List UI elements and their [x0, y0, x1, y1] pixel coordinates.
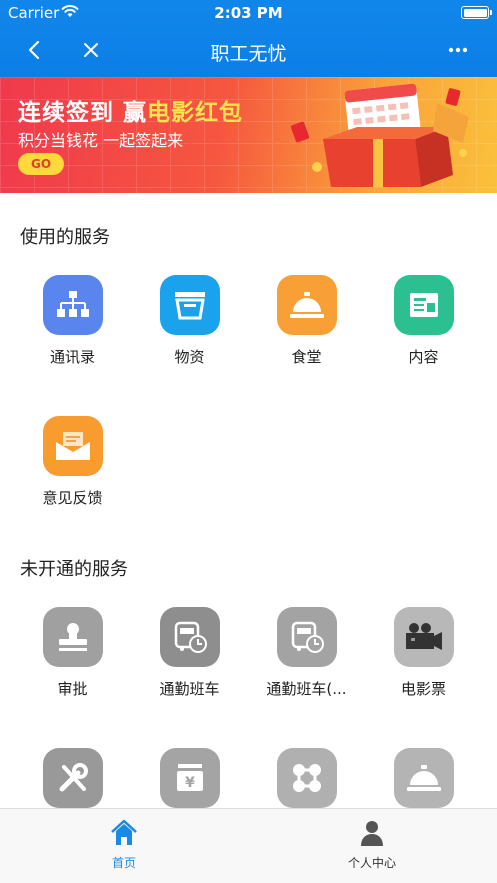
service-label: 审批: [57, 680, 88, 698]
bus-clock-icon: [277, 607, 337, 667]
org-chart-icon: [43, 275, 103, 335]
tab-bar: 首页 个人中心: [0, 808, 497, 883]
svg-text:¥: ¥: [185, 775, 195, 791]
gift-box-calendar-illustration: [290, 83, 469, 187]
bus-clock-icon: [160, 607, 220, 667]
service-approval[interactable]: 审批: [14, 607, 131, 717]
status-bar: Carrier 2:03 PM: [0, 0, 497, 25]
tab-profile[interactable]: 个人中心: [248, 809, 496, 883]
unused-services-title: 未开通的服务: [20, 559, 128, 580]
service-bell-icon: [277, 275, 337, 335]
service-label: 物资: [174, 348, 205, 366]
inbox-tray-icon: [160, 275, 220, 335]
service-label: 食堂: [291, 348, 322, 366]
service-label: 通勤班车: [159, 680, 220, 698]
status-time: 2:03 PM: [214, 4, 283, 22]
service-bell-icon: [394, 748, 454, 808]
more-options-icon[interactable]: [447, 41, 469, 59]
mail-envelope-icon: [43, 416, 103, 476]
service-commuter-bus[interactable]: 通勤班车: [131, 607, 248, 717]
service-label: 内容: [408, 348, 439, 366]
page-title: 职工无忧: [210, 43, 287, 65]
service-feedback[interactable]: 意见反馈: [14, 416, 131, 526]
signin-promo-banner[interactable]: 连续签到 赢电影红包 积分当钱花 一起签起来 GO: [0, 77, 497, 193]
nodes-icon: [277, 748, 337, 808]
used-services-title: 使用的服务: [20, 227, 110, 248]
battery-icon: [461, 6, 492, 19]
service-supplies[interactable]: 物资: [131, 275, 248, 385]
person-icon: [361, 821, 383, 846]
tools-icon: [43, 748, 103, 808]
banner-subline: 积分当钱花 一起签起来: [18, 131, 184, 150]
tab-profile-label: 个人中心: [347, 856, 396, 870]
service-canteen[interactable]: 食堂: [248, 275, 365, 385]
tab-home-label: 首页: [111, 856, 136, 870]
movie-camera-icon: [394, 607, 454, 667]
yuan-money-icon: ¥: [160, 748, 220, 808]
home-icon: [111, 819, 137, 845]
banner-headline: 连续签到 赢电影红包: [18, 100, 244, 126]
service-movie-tickets[interactable]: 电影票: [365, 607, 482, 717]
service-content[interactable]: 内容: [365, 275, 482, 385]
nav-bar: 职工无忧: [0, 25, 497, 77]
stamp-icon: [43, 607, 103, 667]
service-contacts[interactable]: 通讯录: [14, 275, 131, 385]
tab-home[interactable]: 首页: [0, 809, 248, 883]
banner-go-button[interactable]: GO: [18, 153, 64, 175]
service-commuter-bus-2[interactable]: 通勤班车(...: [248, 607, 365, 717]
service-label: 意见反馈: [42, 489, 103, 507]
service-label: 电影票: [400, 680, 446, 698]
service-label: 通勤班车(...: [266, 680, 347, 698]
app-header: Carrier 2:03 PM 职工无忧: [0, 0, 497, 77]
news-card-icon: [394, 275, 454, 335]
service-label: 通讯录: [49, 348, 95, 366]
